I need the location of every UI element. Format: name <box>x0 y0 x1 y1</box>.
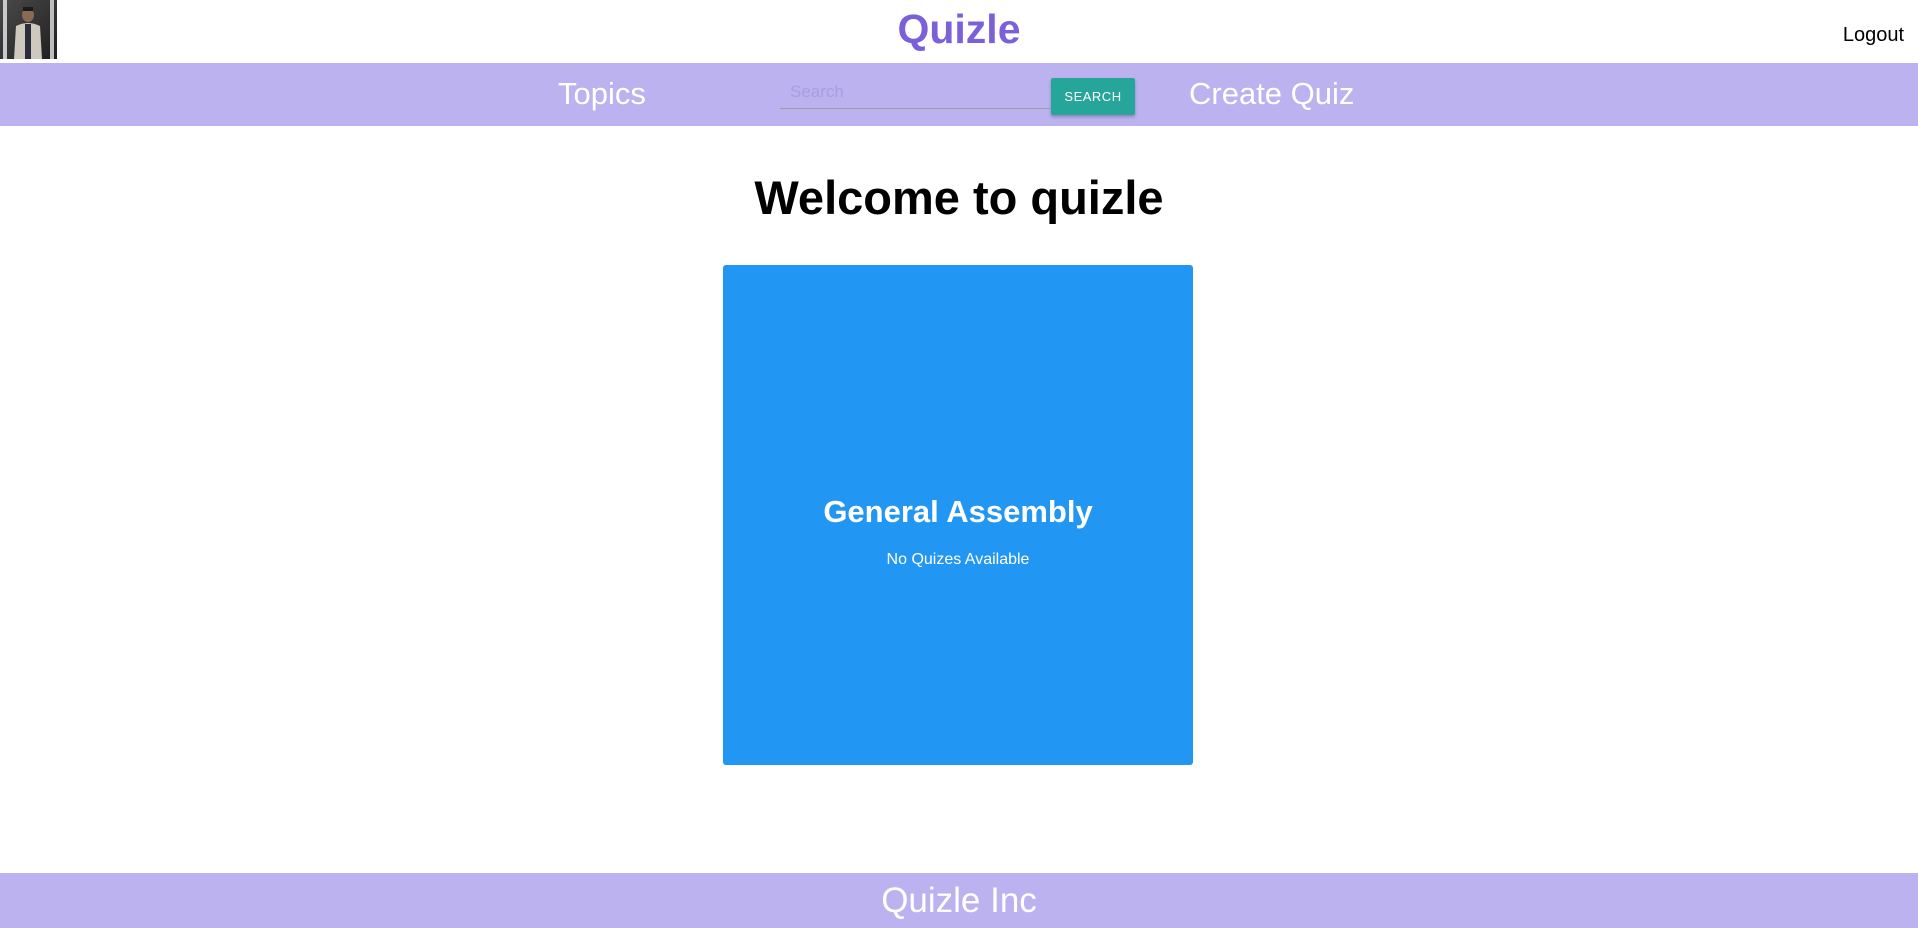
topic-card[interactable]: General Assembly No Quizes Available <box>723 265 1193 765</box>
nav-bar: Topics SEARCH Create Quiz <box>0 63 1918 126</box>
page: Quizle Logout Topics SEARCH Create Quiz … <box>0 0 1918 928</box>
top-header: Quizle Logout <box>0 0 1918 63</box>
footer-text: Quizle Inc <box>881 881 1037 920</box>
search-input[interactable] <box>780 75 1050 109</box>
logout-link[interactable]: Logout <box>1843 24 1904 47</box>
brand-logo-text[interactable]: Quizle <box>0 6 1918 53</box>
page-title: Welcome to quizle <box>754 171 1164 224</box>
topic-card-status: No Quizes Available <box>886 551 1030 568</box>
footer: Quizle Inc <box>0 873 1918 928</box>
search-button[interactable]: SEARCH <box>1051 78 1135 115</box>
nav-topics-link[interactable]: Topics <box>558 76 646 112</box>
nav-create-quiz-link[interactable]: Create Quiz <box>1189 76 1354 112</box>
topic-card-title: General Assembly <box>823 494 1093 529</box>
